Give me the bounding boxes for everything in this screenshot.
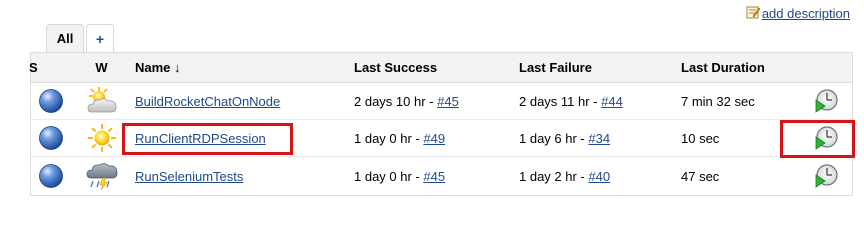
status-ball-icon — [31, 157, 71, 195]
col-status-header[interactable]: S — [29, 53, 43, 82]
last-failure-time: 1 day 2 hr - — [519, 168, 585, 184]
tab-all[interactable]: All — [46, 24, 84, 52]
last-failure-time: 1 day 6 hr - — [519, 130, 585, 146]
status-ball-icon — [31, 120, 71, 156]
schedule-build-icon[interactable] — [801, 120, 851, 156]
col-last-duration-header[interactable]: Last Duration — [681, 53, 765, 82]
last-duration: 7 min 32 sec — [681, 93, 755, 109]
job-name-link[interactable]: RunSeleniumTests — [135, 169, 243, 184]
job-name-link[interactable]: RunClientRDPSession — [135, 131, 266, 146]
col-last-success-header[interactable]: Last Success — [354, 53, 437, 82]
sunny-icon — [79, 120, 124, 156]
schedule-build-icon[interactable] — [801, 83, 851, 119]
edit-notepad-icon — [746, 5, 761, 22]
table-row: BuildRocketChatOnNode 2 days 10 hr - #45… — [31, 83, 852, 120]
view-tabs: All + — [46, 22, 114, 52]
table-header: S W Name ↓ Last Success Last Failure Las… — [29, 53, 852, 83]
last-duration: 47 sec — [681, 168, 720, 184]
last-failure-build-link[interactable]: #34 — [588, 131, 610, 146]
job-name-link[interactable]: BuildRocketChatOnNode — [135, 94, 280, 109]
last-success-time: 1 day 0 hr - — [354, 168, 420, 184]
last-success-build-link[interactable]: #45 — [423, 169, 445, 184]
last-success-build-link[interactable]: #49 — [423, 131, 445, 146]
last-success-time: 1 day 0 hr - — [354, 130, 420, 146]
tab-add-view[interactable]: + — [86, 24, 114, 52]
storm-icon — [79, 157, 124, 195]
jobs-table: S W Name ↓ Last Success Last Failure Las… — [29, 52, 853, 196]
table-row: RunSeleniumTests 1 day 0 hr - #45 1 day … — [31, 157, 852, 195]
last-failure-time: 2 days 11 hr - — [519, 93, 598, 109]
table-row: RunClientRDPSession 1 day 0 hr - #49 1 d… — [31, 120, 852, 157]
schedule-build-icon[interactable] — [801, 157, 851, 195]
last-success-build-link[interactable]: #45 — [437, 94, 459, 109]
col-weather-header[interactable]: W — [79, 53, 124, 82]
add-description-link[interactable]: add description — [746, 4, 850, 22]
add-description-label[interactable]: add description — [762, 6, 850, 21]
partly-cloudy-icon — [79, 83, 124, 119]
last-failure-build-link[interactable]: #44 — [601, 94, 623, 109]
col-last-failure-header[interactable]: Last Failure — [519, 53, 592, 82]
last-duration: 10 sec — [681, 130, 720, 146]
last-success-time: 2 days 10 hr - — [354, 93, 434, 109]
col-name-header[interactable]: Name ↓ — [135, 53, 181, 82]
status-ball-icon — [31, 83, 71, 119]
last-failure-build-link[interactable]: #40 — [588, 169, 610, 184]
